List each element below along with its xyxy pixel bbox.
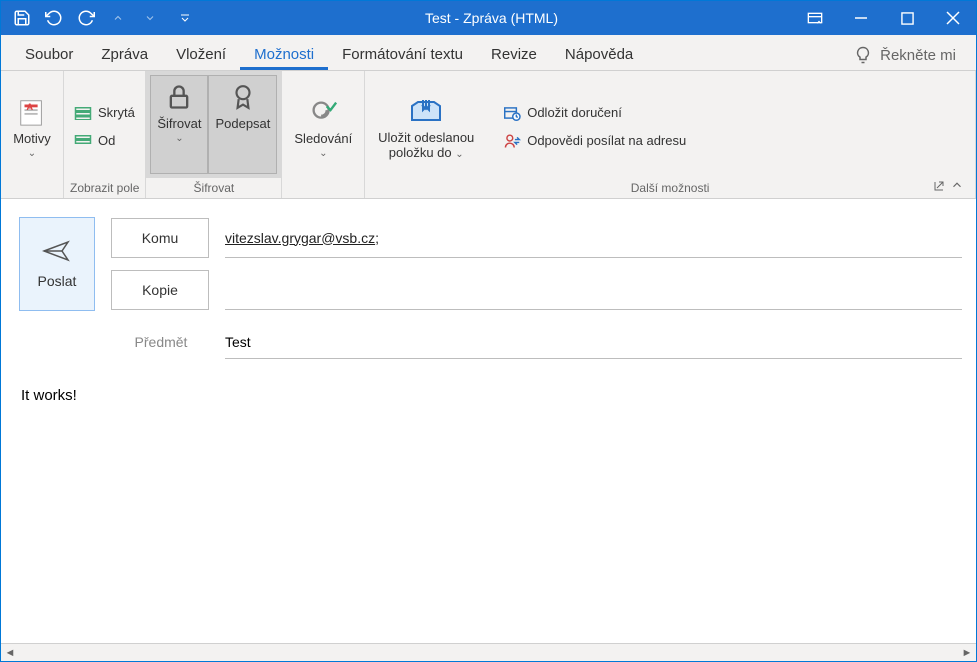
tab-file[interactable]: Soubor bbox=[11, 38, 87, 70]
maximize-button[interactable] bbox=[884, 1, 930, 35]
send-icon bbox=[42, 239, 72, 263]
ribbon-tabs: Soubor Zpráva Vložení Možnosti Formátová… bbox=[1, 35, 976, 71]
save-icon[interactable] bbox=[13, 9, 31, 27]
from-button[interactable]: Od bbox=[70, 130, 139, 152]
group-label-showfields: Zobrazit pole bbox=[70, 178, 139, 198]
tab-format[interactable]: Formátování textu bbox=[328, 38, 477, 70]
ribbon-display-options-icon[interactable] bbox=[792, 1, 838, 35]
bcc-label: Skrytá bbox=[98, 105, 135, 120]
tell-me[interactable]: Řekněte mi bbox=[854, 46, 976, 70]
group-label-encrypt: Šifrovat bbox=[146, 178, 281, 198]
tab-insert[interactable]: Vložení bbox=[162, 38, 240, 70]
group-more-options: Uložit odeslanou položku do ⌄ Odložit do… bbox=[365, 71, 976, 198]
body-text: It works! bbox=[21, 387, 77, 404]
chevron-up-icon[interactable] bbox=[109, 9, 127, 27]
bcc-button[interactable]: Skrytá bbox=[70, 102, 139, 124]
chevron-down-icon: ⌄ bbox=[319, 148, 327, 159]
replyto-label: Odpovědi posílat na adresu bbox=[527, 133, 686, 148]
tracking-button[interactable]: Sledování ⌄ bbox=[288, 91, 358, 163]
group-show-fields: Skrytá Od Zobrazit pole bbox=[64, 71, 146, 198]
tell-me-label: Řekněte mi bbox=[880, 47, 956, 64]
ribbon-badge-icon bbox=[225, 80, 261, 114]
scroll-right-icon[interactable]: ► bbox=[958, 647, 976, 659]
delay-label: Odložit doručení bbox=[527, 105, 622, 120]
to-button[interactable]: Komu bbox=[111, 218, 209, 258]
chevron-down-icon: ⌄ bbox=[28, 148, 36, 159]
subject-field[interactable]: Test bbox=[225, 325, 962, 359]
horizontal-scrollbar[interactable]: ◄ ► bbox=[1, 643, 976, 661]
quick-access-toolbar bbox=[1, 9, 191, 27]
scroll-track[interactable] bbox=[19, 647, 958, 659]
window-title: Test - Zpráva (HTML) bbox=[191, 10, 792, 26]
message-body[interactable]: It works! bbox=[19, 387, 962, 643]
from-icon bbox=[74, 132, 92, 150]
themes-icon: A bbox=[14, 95, 50, 129]
group-tracking: Sledování ⌄ bbox=[282, 71, 365, 198]
direct-replies-button[interactable]: Odpovědi posílat na adresu bbox=[499, 130, 690, 152]
from-label: Od bbox=[98, 133, 115, 148]
compose-area: Poslat Komu vitezslav.grygar@vsb.cz; Kop… bbox=[1, 199, 976, 643]
save-sent-button[interactable]: Uložit odeslanou položku do ⌄ bbox=[371, 90, 481, 164]
reply-to-icon bbox=[503, 132, 521, 150]
group-encrypt: Šifrovat ⌄ Podepsat Šifrovat bbox=[146, 71, 282, 198]
tab-help[interactable]: Nápověda bbox=[551, 38, 647, 70]
lock-icon bbox=[161, 80, 197, 114]
sign-label: Podepsat bbox=[215, 116, 270, 131]
cc-button[interactable]: Kopie bbox=[111, 270, 209, 310]
collapse-ribbon-icon[interactable] bbox=[950, 178, 964, 192]
tab-message[interactable]: Zpráva bbox=[87, 38, 162, 70]
calendar-clock-icon bbox=[503, 104, 521, 122]
sign-button[interactable]: Podepsat bbox=[208, 75, 277, 174]
bcc-icon bbox=[74, 104, 92, 122]
tracking-icon bbox=[305, 95, 341, 129]
save-sent-label: Uložit odeslanou položku do ⌄ bbox=[377, 130, 475, 160]
lightbulb-icon bbox=[854, 46, 872, 64]
group-label-more: Další možnosti bbox=[371, 178, 969, 198]
save-folder-icon bbox=[408, 94, 444, 128]
tab-options[interactable]: Možnosti bbox=[240, 38, 328, 70]
encrypt-button[interactable]: Šifrovat ⌄ bbox=[150, 75, 208, 174]
window-controls bbox=[792, 1, 976, 35]
delay-delivery-button[interactable]: Odložit doručení bbox=[499, 102, 690, 124]
group-themes: A Motivy ⌄ bbox=[1, 71, 64, 198]
scroll-left-icon[interactable]: ◄ bbox=[1, 647, 19, 659]
redo-icon[interactable] bbox=[77, 9, 95, 27]
chevron-down-icon: ⌄ bbox=[175, 133, 183, 144]
chevron-down-icon: ⌄ bbox=[455, 149, 463, 160]
send-label: Poslat bbox=[38, 273, 77, 289]
dialog-launcher-icon[interactable] bbox=[933, 180, 945, 192]
cc-field[interactable] bbox=[225, 270, 962, 310]
svg-text:A: A bbox=[26, 102, 33, 112]
themes-button[interactable]: A Motivy ⌄ bbox=[7, 91, 57, 163]
encrypt-label: Šifrovat bbox=[157, 116, 201, 131]
tab-review[interactable]: Revize bbox=[477, 38, 551, 70]
title-bar: Test - Zpráva (HTML) bbox=[1, 1, 976, 35]
minimize-button[interactable] bbox=[838, 1, 884, 35]
ribbon: A Motivy ⌄ Skrytá Od Zobrazit pole bbox=[1, 71, 976, 199]
tracking-label: Sledování bbox=[294, 131, 352, 146]
themes-label: Motivy bbox=[13, 131, 51, 146]
close-button[interactable] bbox=[930, 1, 976, 35]
subject-label: Předmět bbox=[111, 334, 211, 350]
to-field[interactable]: vitezslav.grygar@vsb.cz; bbox=[225, 218, 962, 258]
subject-value: Test bbox=[225, 334, 251, 350]
qat-customize-icon[interactable] bbox=[179, 12, 191, 24]
send-button[interactable]: Poslat bbox=[19, 217, 95, 311]
chevron-down-icon[interactable] bbox=[141, 9, 159, 27]
undo-icon[interactable] bbox=[45, 9, 63, 27]
to-value: vitezslav.grygar@vsb.cz bbox=[225, 230, 375, 246]
